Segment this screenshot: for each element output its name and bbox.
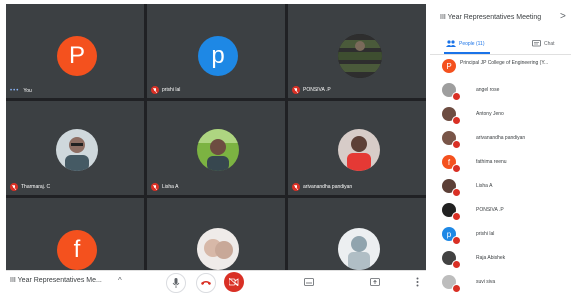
participant-row[interactable]: arivanandha pandiyan xyxy=(430,128,571,150)
microphone-icon xyxy=(172,278,180,288)
people-panel: III Year Representatives Meeting > Peopl… xyxy=(430,4,571,292)
more-options-button[interactable] xyxy=(412,275,422,289)
participant-tile[interactable]: arivanandha pandiyan xyxy=(288,101,426,195)
camera-off-button[interactable] xyxy=(224,272,244,292)
mic-off-icon xyxy=(452,212,461,221)
participant-tile[interactable]: Lisha A xyxy=(147,101,285,195)
mic-off-icon xyxy=(452,284,461,292)
tab-chat[interactable]: Chat xyxy=(532,40,555,48)
participant-row[interactable]: PONSIVA .P xyxy=(430,200,571,222)
participant-photo xyxy=(197,129,239,171)
avatar: f xyxy=(57,230,97,270)
leave-call-button[interactable] xyxy=(196,273,216,293)
participant-photo xyxy=(197,228,239,270)
participant-avatar: P xyxy=(442,59,456,73)
participant-row[interactable]: Raja Abishek xyxy=(430,248,571,270)
participant-name: PONSIVA .P xyxy=(476,207,504,213)
tile-name-label: Tharmaraj. C xyxy=(10,183,50,191)
mic-off-icon xyxy=(452,236,461,245)
close-panel-icon[interactable]: > xyxy=(560,11,566,22)
tile-name-label: arivanandha pandiyan xyxy=(292,183,352,191)
microphone-button[interactable] xyxy=(166,273,186,293)
participant-row[interactable]: angel rose xyxy=(430,80,571,102)
video-grid: P ••• You p prishi lal PONSIVA .P Tharma… xyxy=(6,4,426,292)
participant-name: Raja Abishek xyxy=(476,255,506,261)
participant-row[interactable]: f fathima reenu xyxy=(430,152,571,174)
mic-off-icon xyxy=(452,188,461,197)
participant-name: prishi lal xyxy=(476,231,495,237)
mic-off-icon xyxy=(151,183,159,191)
captions-icon xyxy=(304,278,314,286)
hang-up-icon xyxy=(201,281,211,285)
mic-off-icon xyxy=(292,183,300,191)
participant-tile[interactable]: P ••• You xyxy=(6,4,144,98)
mic-off-icon xyxy=(292,86,300,94)
mic-off-icon xyxy=(452,92,461,101)
participant-name: Antony Jeno xyxy=(476,111,504,117)
people-icon xyxy=(446,40,456,47)
participant-name: Principal JP College of Engineering (Y..… xyxy=(460,60,549,66)
participant-tile[interactable]: PONSIVA .P xyxy=(288,4,426,98)
participant-name: angel rose xyxy=(476,87,500,93)
speaking-indicator-icon: ••• xyxy=(10,88,20,94)
mic-off-icon xyxy=(151,86,159,94)
participant-row[interactable]: Antony Jeno xyxy=(430,104,571,126)
tile-name-label: PONSIVA .P xyxy=(292,86,331,94)
avatar: P xyxy=(57,36,97,76)
tile-name-label: ••• You xyxy=(10,88,32,94)
participant-name: Lisha A xyxy=(476,183,493,189)
chevron-up-icon[interactable]: ^ xyxy=(118,276,122,285)
present-icon xyxy=(370,278,380,286)
tile-name-label: Lisha A xyxy=(151,183,178,191)
avatar: p xyxy=(198,36,238,76)
mic-off-icon xyxy=(452,164,461,173)
tile-name-label: prishi lal xyxy=(151,86,180,94)
chat-icon xyxy=(532,40,541,47)
mic-off-icon xyxy=(452,260,461,269)
participant-photo xyxy=(338,129,380,171)
participant-row[interactable]: Lisha A xyxy=(430,176,571,198)
participant-photo xyxy=(338,34,382,78)
participant-row[interactable]: suvi siva xyxy=(430,272,571,292)
participant-name: suvi siva xyxy=(476,279,496,285)
participant-row[interactable]: P Principal JP College of Engineering (Y… xyxy=(430,56,571,78)
panel-title: III Year Representatives Meeting xyxy=(440,14,542,21)
participant-photo xyxy=(338,228,380,270)
participant-photo xyxy=(56,129,98,171)
camera-off-icon xyxy=(229,278,239,286)
meeting-controls-bar: III Year Representatives Me... ^ xyxy=(6,270,426,293)
mic-off-icon xyxy=(452,140,461,149)
tab-people[interactable]: People (11) xyxy=(446,40,484,47)
captions-button[interactable] xyxy=(302,275,316,289)
more-vert-icon xyxy=(416,277,418,287)
participant-row[interactable]: p prishi lal xyxy=(430,224,571,246)
participant-tile[interactable]: Tharmaraj. C xyxy=(6,101,144,195)
mic-off-icon xyxy=(452,116,461,125)
present-now-button[interactable] xyxy=(368,275,382,289)
participant-name: arivanandha pandiyan xyxy=(476,135,526,141)
participant-tile[interactable]: p prishi lal xyxy=(147,4,285,98)
divider xyxy=(430,54,571,55)
participant-name: fathima reenu xyxy=(476,159,507,165)
meeting-details-title[interactable]: III Year Representatives Me... xyxy=(10,277,102,284)
mic-off-icon xyxy=(10,183,18,191)
